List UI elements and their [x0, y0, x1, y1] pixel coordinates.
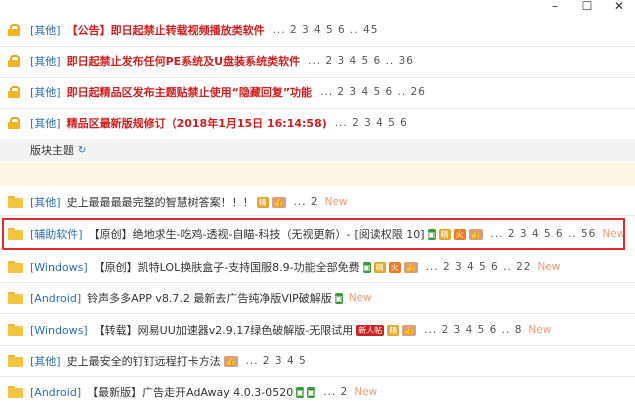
pagination[interactable]: ... 2 3 4 5 6 — [335, 117, 408, 129]
thread-category[interactable]: [Windows] — [30, 261, 88, 274]
thread-category[interactable]: [其他] — [30, 194, 61, 210]
thread-title[interactable]: 史上最最最最完整的智慧树答案！！！ — [67, 194, 254, 210]
pagination[interactable]: ... 2 3 4 5 6 .. 8 — [424, 324, 522, 336]
minimize-icon[interactable]: – — [539, 0, 571, 14]
thread-title[interactable]: 【原创】凯特LOL换肤盒子-支持国服8.9-功能全部免费 — [94, 259, 360, 275]
folder-icon — [8, 261, 23, 273]
thread-category[interactable]: [其他] — [30, 53, 61, 69]
thumbs-up-icon: 👍 — [403, 261, 418, 273]
new-badge: New — [348, 292, 372, 304]
sticky-row[interactable]: [其他] 即日起精品区发布主题贴禁止使用“隐藏回复”功能 ... 2 3 4 5… — [0, 79, 635, 105]
thread-title[interactable]: 史上最安全的钉钉远程打卡方法 — [67, 353, 221, 369]
thread-category[interactable]: [Windows] — [30, 324, 88, 337]
thread-category[interactable]: [其他] — [30, 115, 61, 131]
thread-title[interactable]: 【公告】即日起禁止转载视频播放类软件 — [67, 22, 265, 38]
folder-icon — [8, 355, 23, 367]
thread-row[interactable]: [Android] 铃声多多APP v8.7.2 最新去广告纯净版VIP破解版 … — [0, 286, 635, 310]
attachment-icon: ▣ — [307, 386, 316, 398]
section-label: 版块主题 — [30, 144, 74, 157]
thread-title[interactable]: 【最新版】广告走开AdAway 4.0.3-0520 — [87, 384, 293, 400]
thread-title[interactable]: 铃声多多APP v8.7.2 最新去广告纯净版VIP破解版 — [87, 290, 332, 306]
newbie-post-badge: 新人帖 — [356, 324, 385, 336]
sticky-row[interactable]: [其他] 【公告】即日起禁止转载视频播放类软件 ... 2 3 4 5 6 ..… — [0, 17, 635, 43]
image-attachment-icon: ▣ — [362, 261, 371, 273]
new-badge: New — [324, 196, 348, 208]
thread-row[interactable]: [其他] 史上最最最最完整的智慧树答案！！！ 精 👍 ... 2 New — [0, 190, 635, 214]
close-icon[interactable]: ✕ — [603, 0, 635, 14]
folder-icon — [8, 292, 23, 304]
thumbs-up-icon: 👍 — [271, 196, 286, 208]
thread-row[interactable]: [Windows] 【原创】凯特LOL换肤盒子-支持国服8.9-功能全部免费 ▣… — [0, 255, 635, 279]
hot-badge-icon: 火 — [388, 261, 401, 273]
section-header: 版块主题 ↻ — [0, 139, 635, 161]
pagination[interactable]: ... 2 3 4 5 6 .. 26 — [320, 86, 426, 98]
thread-title[interactable]: 【转载】网易UU加速器v2.9.17绿色破解版-无限试用 — [94, 322, 354, 338]
lock-icon — [8, 55, 20, 67]
separator-bar — [0, 162, 635, 186]
folder-icon — [8, 386, 23, 398]
thread-title[interactable]: 精品区最新版规修订（2018年1月15日 16:14:58) — [67, 115, 327, 131]
thumbs-up-icon: 👍 — [402, 324, 417, 336]
pagination[interactable]: ... 2 3 4 5 6 .. 22 — [426, 261, 532, 273]
digest-badge-icon: 精 — [373, 261, 386, 273]
thread-title[interactable]: 即日起禁止发布任何PE系统及U盘装系统类软件 — [67, 53, 301, 69]
thread-category[interactable]: [Android] — [30, 386, 81, 399]
pagination[interactable]: ... 2 — [323, 386, 348, 398]
thread-category[interactable]: [其他] — [30, 22, 61, 38]
pagination[interactable]: ... 2 3 4 5 6 .. 36 — [308, 55, 414, 67]
thread-row[interactable]: [其他] 史上最安全的钉钉远程打卡方法 👍 ... 2 3 4 5 — [0, 349, 635, 373]
image-attachment-icon: ▣ — [296, 386, 305, 398]
thread-category[interactable]: [Android] — [30, 292, 81, 305]
thread-title[interactable]: 即日起精品区发布主题贴禁止使用“隐藏回复”功能 — [67, 84, 312, 100]
lock-icon — [8, 117, 20, 129]
pagination[interactable]: ... 2 — [294, 196, 319, 208]
thread-row[interactable]: [Windows] 【转载】网易UU加速器v2.9.17绿色破解版-无限试用 新… — [0, 318, 635, 342]
thumbs-up-icon: 👍 — [223, 355, 238, 367]
digest-badge-icon: 精 — [256, 196, 269, 208]
pagination[interactable]: ... 2 3 4 5 6 .. 45 — [273, 24, 379, 36]
lock-icon — [8, 86, 20, 98]
pagination[interactable]: ... 2 3 4 5 — [246, 355, 307, 367]
sticky-row[interactable]: [其他] 精品区最新版规修订（2018年1月15日 16:14:58) ... … — [0, 110, 635, 136]
new-badge: New — [537, 261, 561, 273]
thread-row[interactable]: [Android] 【最新版】广告走开AdAway 4.0.3-0520 ▣ ▣… — [0, 380, 635, 404]
image-attachment-icon: ▣ — [334, 292, 343, 304]
folder-icon — [8, 196, 23, 208]
highlight-box — [2, 218, 625, 250]
folder-icon — [8, 324, 23, 336]
lock-icon — [8, 24, 20, 36]
sticky-row[interactable]: [其他] 即日起禁止发布任何PE系统及U盘装系统类软件 ... 2 3 4 5 … — [0, 48, 635, 74]
window-controls: – ☐ ✕ — [539, 0, 635, 14]
new-badge: New — [528, 324, 552, 336]
maximize-icon[interactable]: ☐ — [571, 0, 603, 14]
new-badge: New — [354, 386, 378, 398]
thread-category[interactable]: [其他] — [30, 84, 61, 100]
digest-badge-icon: 精 — [387, 324, 400, 336]
thread-category[interactable]: [其他] — [30, 353, 61, 369]
refresh-icon[interactable]: ↻ — [78, 145, 86, 156]
